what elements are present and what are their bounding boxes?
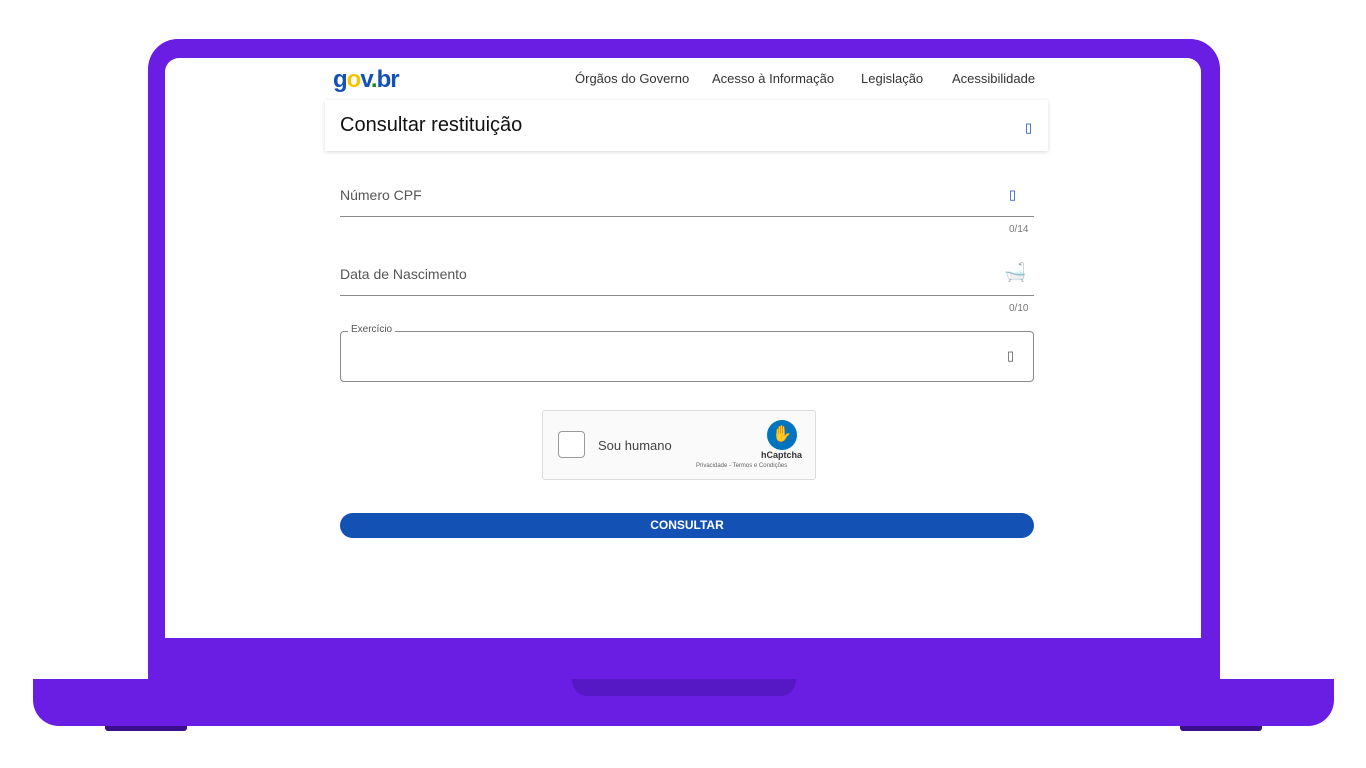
nav-acesso-informacao[interactable]: Acesso à Informação bbox=[712, 71, 834, 86]
laptop-notch bbox=[572, 679, 796, 696]
hcaptcha-logo-icon: ✋ bbox=[767, 420, 797, 450]
cpf-counter: 0/14 bbox=[1009, 224, 1029, 235]
captcha-brand: hCaptcha bbox=[761, 450, 803, 460]
cpf-field[interactable]: Número CPF ▯ 0/14 bbox=[340, 178, 1034, 238]
birth-date-underline bbox=[340, 295, 1034, 296]
birth-date-counter: 0/10 bbox=[1009, 303, 1029, 314]
laptop-chin bbox=[148, 638, 1220, 680]
dropdown-icon[interactable]: ▯ bbox=[1007, 348, 1014, 364]
logo-part-v: v bbox=[360, 66, 372, 93]
captcha-label: Sou humano bbox=[598, 438, 672, 453]
cpf-label: Número CPF bbox=[340, 187, 422, 203]
logo-part-br: br bbox=[376, 66, 400, 93]
info-icon[interactable]: ▯ bbox=[1025, 120, 1032, 136]
hcaptcha-widget: Sou humano ✋ hCaptcha Privacidade - Term… bbox=[542, 410, 816, 480]
exercicio-select[interactable] bbox=[340, 331, 1034, 382]
nav-orgaos-governo[interactable]: Órgãos do Governo bbox=[575, 71, 689, 86]
screen: gov.br Órgãos do Governo Acesso à Inform… bbox=[165, 58, 1201, 638]
laptop-foot-right bbox=[1180, 726, 1262, 731]
cpf-underline bbox=[340, 216, 1034, 217]
govbr-logo[interactable]: gov.br bbox=[333, 66, 400, 94]
page-title: Consultar restituição bbox=[340, 114, 523, 136]
consultar-button[interactable]: CONSULTAR bbox=[340, 513, 1034, 538]
info-icon[interactable]: ▯ bbox=[1009, 187, 1016, 203]
exercicio-label: Exercício bbox=[348, 324, 396, 335]
captcha-checkbox[interactable] bbox=[558, 431, 585, 458]
logo-part-o: o bbox=[346, 66, 362, 93]
birth-date-field[interactable]: Data de Nascimento 🛁 0/10 bbox=[340, 258, 1034, 318]
nav-legislacao[interactable]: Legislação bbox=[861, 71, 923, 86]
birth-date-label: Data de Nascimento bbox=[340, 266, 467, 282]
captcha-links[interactable]: Privacidade - Termos e Condições bbox=[696, 463, 787, 469]
calendar-icon[interactable]: 🛁 bbox=[1004, 262, 1026, 283]
nav-acessibilidade[interactable]: Acessibilidade bbox=[952, 71, 1035, 86]
laptop-foot-left bbox=[105, 726, 187, 731]
page-title-bar: Consultar restituição ▯ bbox=[325, 100, 1048, 151]
logo-part-g: g bbox=[333, 66, 348, 93]
